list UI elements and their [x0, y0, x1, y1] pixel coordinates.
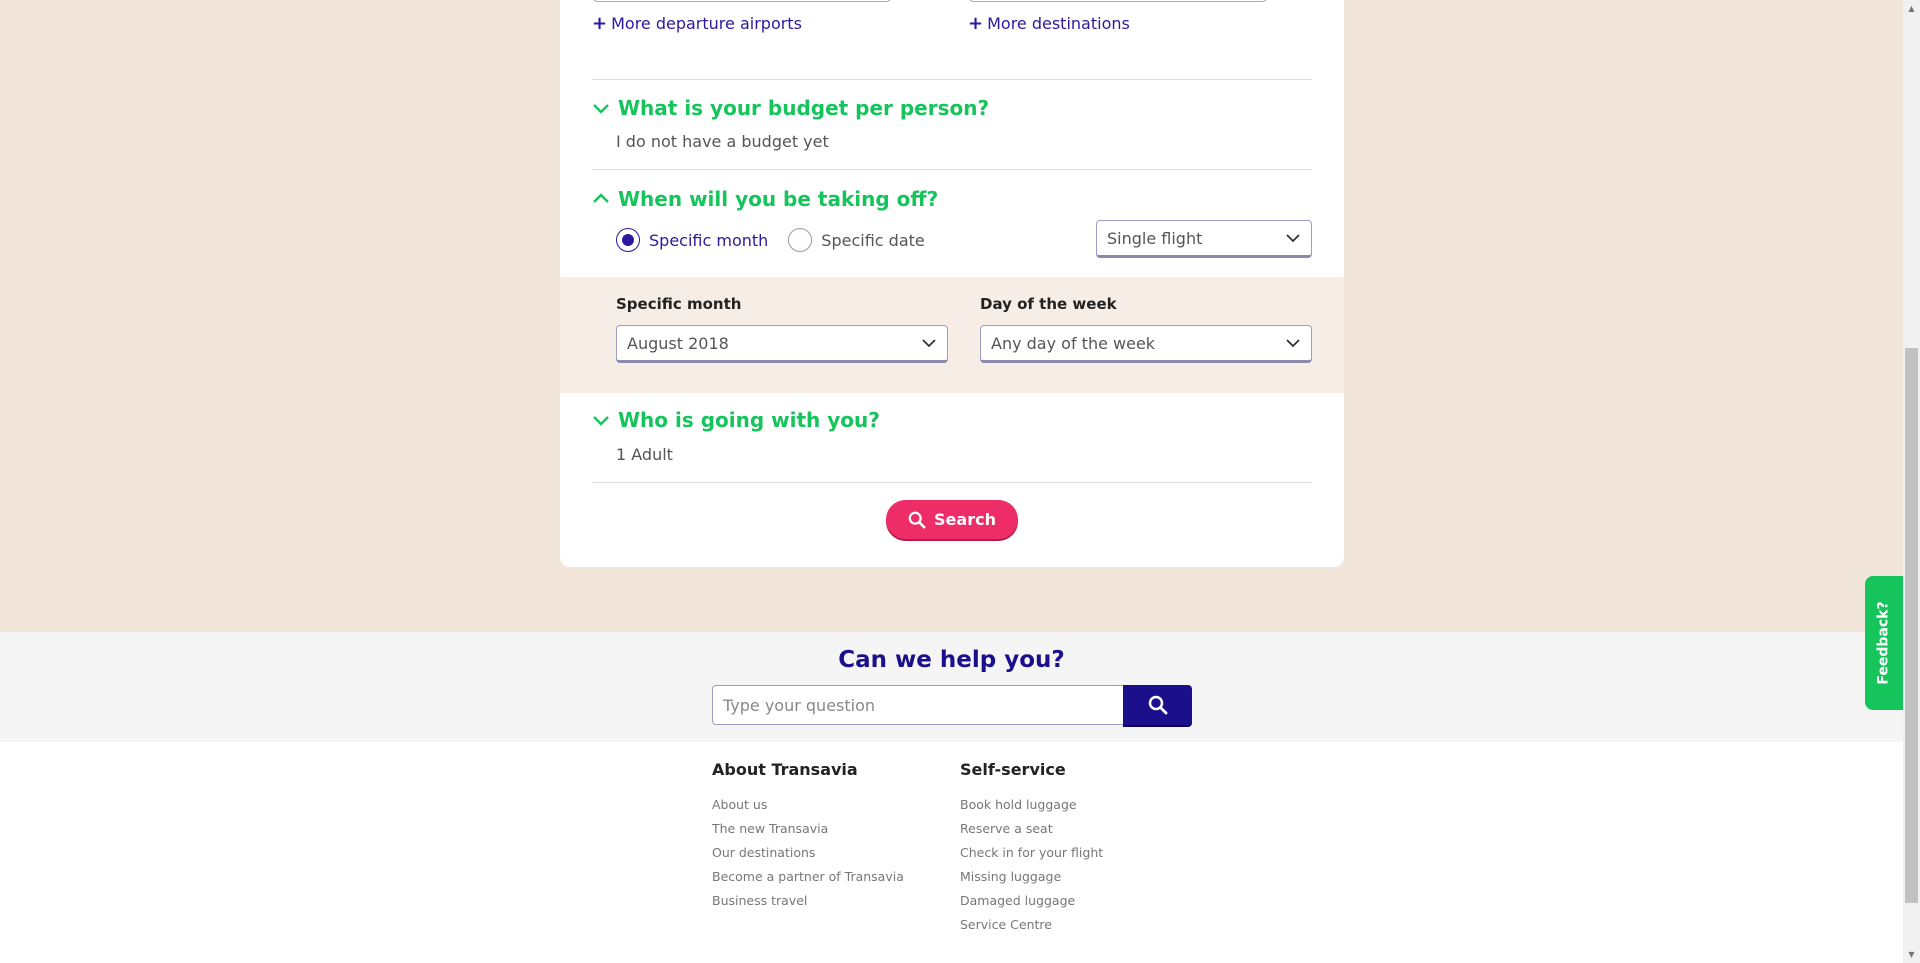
trip-type-select[interactable]: Single flight — [1096, 220, 1312, 258]
footer-link[interactable]: Missing luggage — [960, 865, 1103, 889]
chevron-up-icon — [593, 193, 609, 203]
help-search-input[interactable] — [712, 685, 1124, 725]
radio-circle — [616, 228, 640, 252]
footer-column-about: About Transavia About us The new Transav… — [712, 760, 904, 913]
divider — [592, 169, 1312, 170]
radio-specific-date-label: Specific date — [821, 230, 925, 250]
help-title: Can we help you? — [838, 647, 1065, 673]
footer-link[interactable]: Business travel — [712, 889, 904, 913]
more-destinations-link[interactable]: + More destinations — [968, 13, 1130, 34]
chevron-down-icon — [1286, 234, 1300, 243]
more-departure-airports-link[interactable]: + More departure airports — [592, 13, 802, 34]
footer-column-self-service: Self-service Book hold luggage Reserve a… — [960, 760, 1103, 937]
destination-field-stub[interactable] — [968, 0, 1268, 2]
footer-link[interactable]: The new Transavia — [712, 817, 904, 841]
radio-circle — [788, 228, 813, 252]
divider — [592, 482, 1312, 483]
month-value: August 2018 — [627, 333, 729, 353]
chevron-down-icon — [922, 339, 936, 348]
footer-link[interactable]: Check in for your flight — [960, 841, 1103, 865]
date-mode-radio-group: Specific month Specific date — [616, 228, 945, 252]
search-icon — [908, 511, 926, 528]
footer-link[interactable]: Become a partner of Transavia — [712, 865, 904, 889]
page: + More departure airports + More destinati… — [0, 0, 1903, 963]
weekday-select[interactable]: Any day of the week — [980, 325, 1312, 363]
chevron-down-icon — [593, 104, 609, 114]
travellers-value: 1 Adult — [616, 445, 673, 464]
scroll-down-arrow-icon[interactable]: ▼ — [1903, 946, 1920, 963]
footer-link[interactable]: About us — [712, 793, 904, 817]
chevron-down-icon — [1286, 339, 1300, 348]
radio-dot — [622, 234, 634, 246]
budget-value: I do not have a budget yet — [616, 132, 829, 151]
budget-heading: What is your budget per person? — [618, 96, 990, 120]
help-section: Can we help you? — [0, 632, 1903, 742]
vertical-scrollbar[interactable]: ▲ ▼ — [1903, 0, 1920, 963]
plus-icon: + — [592, 13, 608, 34]
search-icon — [1148, 695, 1167, 715]
trip-type-value: Single flight — [1107, 228, 1203, 248]
divider — [592, 79, 1312, 80]
departure-field-stub[interactable] — [592, 0, 892, 2]
scrollbar-thumb[interactable] — [1905, 348, 1918, 903]
search-button-label: Search — [934, 510, 996, 529]
more-departure-airports-label: More departure airports — [611, 14, 802, 33]
month-select[interactable]: August 2018 — [616, 325, 948, 363]
radio-specific-month-label: Specific month — [649, 230, 769, 250]
weekday-value: Any day of the week — [991, 333, 1156, 353]
footer-self-service-heading: Self-service — [960, 760, 1066, 779]
scroll-up-arrow-icon[interactable]: ▲ — [1903, 0, 1920, 17]
help-search-button[interactable] — [1123, 685, 1192, 725]
more-destinations-label: More destinations — [987, 14, 1130, 33]
footer-link[interactable]: Book hold luggage — [960, 793, 1103, 817]
takeoff-heading: When will you be taking off? — [618, 187, 939, 211]
footer-link[interactable]: Service Centre — [960, 913, 1103, 937]
feedback-label: Feedback? — [1876, 601, 1892, 685]
footer-about-heading: About Transavia — [712, 760, 858, 779]
plus-icon: + — [968, 13, 984, 34]
travellers-section-toggle[interactable]: Who is going with you? — [592, 408, 880, 432]
radio-specific-month[interactable]: Specific month — [616, 228, 768, 252]
footer: About Transavia About us The new Transav… — [0, 742, 1903, 963]
footer-link[interactable]: Damaged luggage — [960, 889, 1103, 913]
travellers-heading: Who is going with you? — [618, 408, 880, 432]
takeoff-section-toggle[interactable]: When will you be taking off? — [592, 187, 938, 211]
feedback-tab[interactable]: Feedback? — [1865, 576, 1903, 710]
weekday-field-label: Day of the week — [980, 295, 1117, 313]
radio-specific-date[interactable]: Specific date — [788, 228, 925, 252]
footer-link[interactable]: Reserve a seat — [960, 817, 1103, 841]
search-button[interactable]: Search — [886, 500, 1018, 539]
chevron-down-icon — [593, 416, 609, 426]
budget-section-toggle[interactable]: What is your budget per person? — [592, 96, 989, 120]
footer-link[interactable]: Our destinations — [712, 841, 904, 865]
month-field-label: Specific month — [616, 295, 742, 313]
month-selection-panel: Specific month August 2018 Day of the we… — [560, 277, 1344, 393]
